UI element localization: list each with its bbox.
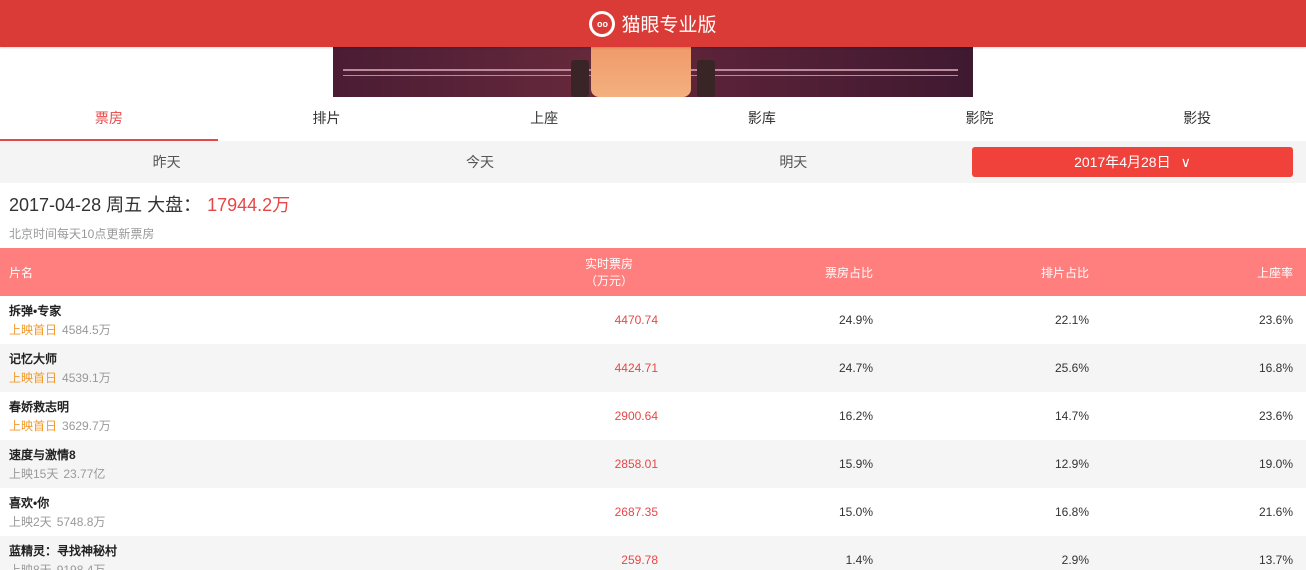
table-row[interactable]: 记忆大师上映首日 4539.1万 4424.71 24.7% 25.6% 16.8… [0, 344, 1306, 392]
realtime-box-office: 2858.01 [614, 457, 658, 471]
tab-schedule[interactable]: 排片 [218, 97, 436, 141]
seat-rate: 16.8% [1258, 361, 1293, 375]
box-office-table: 片名 实时票房 （万元） 票房占比 排片占比 上座率 拆弹•专家上映首日 4584.… [0, 248, 1306, 570]
box-share: 15.0% [838, 505, 873, 519]
banner-image[interactable] [333, 47, 973, 97]
main-tabs: 票房 排片 上座 影库 影院 影投 [0, 97, 1306, 141]
cumulative-box: 5748.8万 [56, 515, 106, 529]
box-share: 24.7% [838, 361, 873, 375]
release-days: 上映首日 [9, 419, 58, 433]
seat-rate: 13.7% [1258, 553, 1293, 567]
seat-rate: 23.6% [1258, 313, 1293, 327]
movie-name: 喜欢•你 [9, 496, 50, 510]
table-row[interactable]: 春娇救志明上映首日 3629.7万 2900.64 16.2% 14.7% 23.… [0, 392, 1306, 440]
cumulative-box: 4584.5万 [62, 323, 111, 337]
update-note: 北京时间每天10点更新票房 [9, 227, 155, 241]
col-box-office-unit: （万元） [584, 274, 633, 288]
tab-box-office[interactable]: 票房 [0, 97, 218, 141]
col-box-share: 票房占比 [824, 265, 873, 280]
tab-investors[interactable]: 影投 [1088, 97, 1306, 141]
table-row[interactable]: 蓝精灵：寻找神秘村上映8天 9198.4万 259.78 1.4% 2.9% 13… [0, 536, 1306, 570]
schedule-share: 16.8% [1054, 505, 1089, 519]
box-share: 16.2% [838, 409, 873, 423]
box-share: 15.9% [838, 457, 873, 471]
release-days: 上映首日 [9, 323, 58, 337]
movie-cell: 蓝精灵：寻找神秘村上映8天 9198.4万 [0, 536, 560, 570]
col-box-office: 实时票房 （万元） [560, 248, 658, 296]
seat-rate: 23.6% [1258, 409, 1293, 423]
movie-name: 拆弹•专家 [9, 304, 62, 318]
box-share: 1.4% [845, 553, 873, 567]
movie-name: 春娇救志明 [9, 400, 70, 414]
schedule-share: 25.6% [1054, 361, 1089, 375]
chevron-down-icon: ∨ [1180, 153, 1191, 170]
seat-rate: 19.0% [1258, 457, 1293, 471]
release-days: 上映8天 [9, 563, 52, 570]
movie-cell: 拆弹•专家上映首日 4584.5万 [0, 296, 560, 344]
day-tomorrow[interactable]: 明天 [637, 152, 950, 172]
movie-cell: 春娇救志明上映首日 3629.7万 [0, 392, 560, 440]
schedule-share: 14.7% [1054, 409, 1089, 423]
date-picker-button[interactable]: 2017年4月28日 ∨ [971, 147, 1293, 177]
cumulative-box: 23.77亿 [63, 467, 106, 481]
movie-name: 蓝精灵：寻找神秘村 [9, 544, 118, 558]
summary-date: 2017-04-28 周五 大盘： [9, 195, 202, 215]
movie-name: 速度与激情8 [9, 448, 76, 462]
schedule-share: 22.1% [1054, 313, 1089, 327]
table-row[interactable]: 拆弹•专家上映首日 4584.5万 4470.74 24.9% 22.1% 23.… [0, 296, 1306, 344]
realtime-box-office: 2687.35 [614, 505, 658, 519]
col-schedule-share: 排片占比 [1040, 265, 1089, 280]
cumulative-box: 3629.7万 [62, 419, 111, 433]
table-row[interactable]: 速度与激情8 上映15天 23.77亿 2858.01 15.9% 12.9% 19… [0, 440, 1306, 488]
day-selector: 昨天 今天 明天 2017年4月28日 ∨ [0, 141, 1306, 183]
schedule-share: 12.9% [1054, 457, 1089, 471]
box-share: 24.9% [838, 313, 873, 327]
cumulative-box: 9198.4万 [56, 563, 106, 570]
schedule-share: 2.9% [1061, 553, 1089, 567]
release-days: 上映15天 [9, 467, 59, 481]
tab-cinemas[interactable]: 影院 [871, 97, 1089, 141]
app-header: oo 猫眼专业版 [0, 0, 1306, 47]
maoyan-logo-icon: oo [589, 10, 616, 37]
realtime-box-office: 2900.64 [614, 409, 658, 423]
realtime-box-office: 4470.74 [614, 313, 658, 327]
summary: 2017-04-28 周五 大盘： 17944.2万 北京时间每天10点更新票房 [0, 183, 1306, 248]
day-yesterday[interactable]: 昨天 [10, 152, 323, 172]
date-label: 2017年4月28日 [1074, 154, 1171, 170]
movie-cell: 速度与激情8 上映15天 23.77亿 [0, 440, 560, 488]
release-days: 上映2天 [9, 515, 52, 529]
app-title: 猫眼专业版 [621, 15, 717, 36]
movie-cell: 记忆大师上映首日 4539.1万 [0, 344, 560, 392]
col-box-office-label: 实时票房 [584, 257, 633, 271]
table-header: 片名 实时票房 （万元） 票房占比 排片占比 上座率 [0, 248, 1306, 296]
table-row[interactable]: 喜欢•你上映2天 5748.8万 2687.35 15.0% 16.8% 21.6… [0, 488, 1306, 536]
seat-rate: 21.6% [1258, 505, 1293, 519]
release-days: 上映首日 [9, 371, 58, 385]
col-seat-rate: 上座率 [1256, 265, 1293, 280]
realtime-box-office: 4424.71 [614, 361, 658, 375]
realtime-box-office: 259.78 [621, 553, 658, 567]
movie-cell: 喜欢•你上映2天 5748.8万 [0, 488, 560, 536]
col-name: 片名 [9, 265, 34, 280]
cumulative-box: 4539.1万 [62, 371, 111, 385]
tab-attendance[interactable]: 上座 [435, 97, 653, 141]
day-today[interactable]: 今天 [323, 152, 636, 172]
summary-total: 17944.2万 [207, 195, 291, 215]
movie-name: 记忆大师 [9, 352, 58, 366]
tab-movie-library[interactable]: 影库 [653, 97, 871, 141]
